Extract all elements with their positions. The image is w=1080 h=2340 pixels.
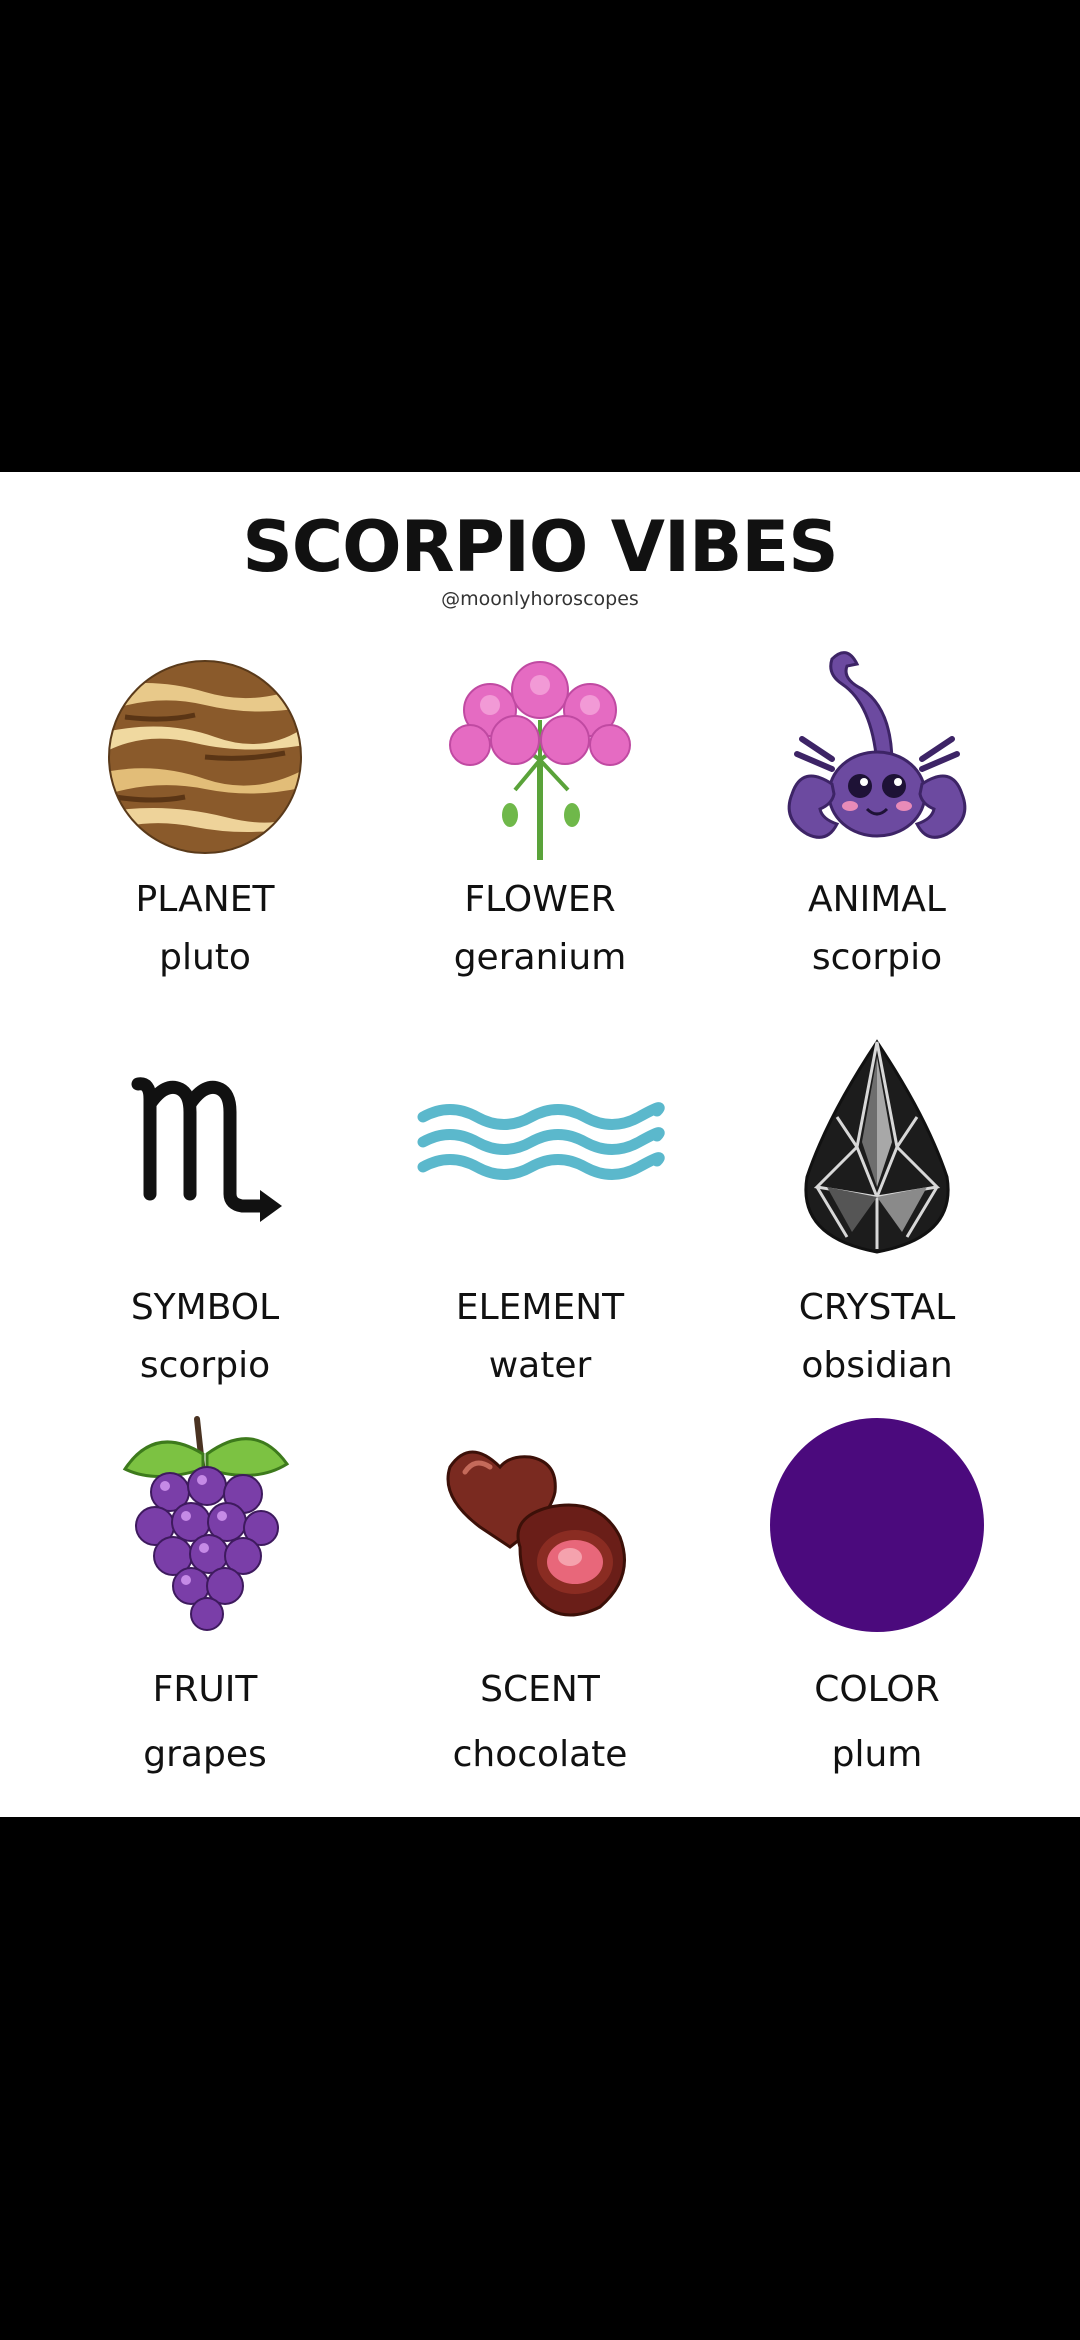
item-value: obsidian [801,1345,953,1386]
grapes-icon [115,1414,295,1634]
water-waves-icon [415,1097,665,1187]
author-handle: @moonlyhoroscopes [441,588,639,610]
chocolate-icon [440,1437,640,1627]
item-label: SYMBOL [130,1287,280,1328]
item-value: geranium [453,937,627,978]
crystal-icon [797,1037,957,1257]
item-label: ELEMENT [455,1287,625,1328]
item-value: scorpio [811,937,943,978]
item-value: plum [831,1734,923,1775]
item-label: ANIMAL [808,879,946,920]
item-value: grapes [143,1734,267,1775]
item-label: SCENT [480,1669,600,1710]
item-label: CRYSTAL [798,1287,956,1328]
plum-color-swatch-icon [769,1417,985,1633]
item-value: water [488,1345,592,1386]
infographic-card: SCORPIO VIBES @moonlyhoroscopes PLANET p… [0,472,1080,1817]
scorpion-icon [772,644,982,864]
geranium-flower-icon [440,650,640,870]
item-label: FLOWER [464,879,616,920]
item-value: chocolate [452,1734,628,1775]
page-title: SCORPIO VIBES [242,506,838,588]
item-label: COLOR [814,1669,940,1710]
item-value: scorpio [139,1345,271,1386]
item-label: PLANET [135,879,275,920]
scorpio-glyph-icon [120,1064,290,1234]
item-value: pluto [159,937,251,978]
planet-icon [105,657,305,857]
item-label: FRUIT [152,1669,258,1710]
